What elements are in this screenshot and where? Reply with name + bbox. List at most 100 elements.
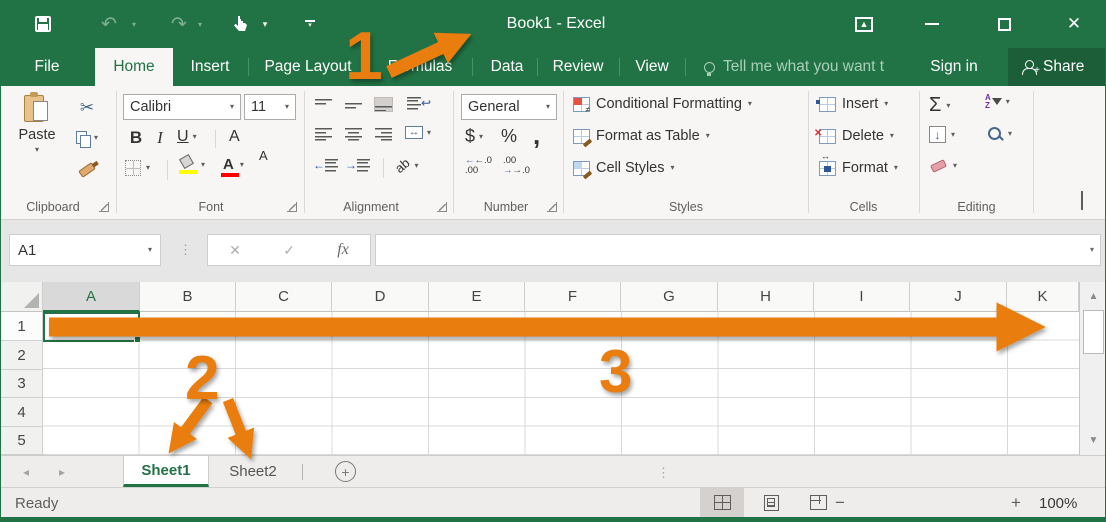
delete-cells-button[interactable]: Delete▾ — [819, 128, 894, 144]
active-cell-a1[interactable] — [43, 312, 140, 342]
align-center-button[interactable] — [345, 128, 362, 141]
format-cells-button[interactable]: Format▾ — [819, 160, 898, 176]
expand-formula-bar-button[interactable]: ▾ — [1090, 246, 1094, 254]
middle-align-button[interactable] — [345, 98, 362, 111]
orientation-button[interactable]: ab▾ — [395, 158, 418, 173]
vertical-scrollbar-thumb[interactable] — [1083, 310, 1104, 354]
column-header-b[interactable]: B — [140, 282, 236, 312]
align-left-button[interactable] — [315, 128, 332, 141]
fill-color-button[interactable]: ▾ — [179, 156, 205, 174]
increase-decimal-button[interactable]: ←←.0 .00 — [465, 156, 492, 176]
tab-formulas[interactable]: Formulas — [377, 48, 463, 86]
row-header-4[interactable]: 4 — [1, 398, 43, 427]
align-right-button[interactable] — [375, 128, 392, 141]
tab-insert[interactable]: Insert — [179, 48, 241, 86]
ribbon-display-options-button[interactable]: ▲ — [841, 0, 887, 48]
collapse-ribbon-button[interactable] — [1081, 193, 1083, 211]
tab-review[interactable]: Review — [546, 48, 610, 86]
comma-style-button[interactable]: , — [533, 120, 540, 151]
underline-button[interactable]: U▾ — [177, 128, 197, 146]
font-size-select[interactable]: 11▾ — [244, 94, 296, 120]
vertical-scrollbar[interactable]: ▲ ▼ — [1079, 282, 1106, 455]
font-family-select[interactable]: Calibri▾ — [123, 94, 241, 120]
redo-dropdown[interactable]: ▾ — [193, 0, 207, 48]
share-button[interactable]: + Share — [1008, 48, 1105, 86]
autosum-button[interactable]: Σ ▾ — [929, 94, 950, 117]
column-header-j[interactable]: J — [910, 282, 1007, 312]
bottom-align-button[interactable] — [375, 98, 392, 111]
zoom-in-button[interactable]: + — [1011, 488, 1021, 518]
fill-button[interactable]: ↓ ▾ — [929, 126, 955, 143]
format-as-table-button[interactable]: Format as Table▾ — [573, 128, 710, 144]
clear-button[interactable]: ▾ — [931, 162, 957, 170]
decrease-font-size-button[interactable]: A▼ — [259, 148, 1106, 163]
wrap-text-button[interactable]: ↩ — [407, 96, 431, 110]
insert-cells-button[interactable]: Insert▾ — [819, 96, 888, 112]
touch-mouse-mode-button[interactable] — [227, 0, 253, 48]
row-header-3[interactable]: 3 — [1, 370, 43, 398]
column-header-g[interactable]: G — [621, 282, 718, 312]
conditional-formatting-button[interactable]: Conditional Formatting▾ — [573, 96, 752, 112]
next-sheet-button[interactable]: ▸ — [59, 456, 65, 488]
column-header-k[interactable]: K — [1007, 282, 1079, 312]
tab-data[interactable]: Data — [483, 48, 531, 86]
close-button[interactable]: ✕ — [1051, 0, 1097, 48]
sheet-tab-sheet2[interactable]: Sheet2 — [210, 456, 296, 487]
sheet-tab-sheet1[interactable]: Sheet1 — [123, 456, 209, 487]
zoom-out-button[interactable]: − — [835, 488, 845, 518]
undo-button[interactable]: ↶ — [93, 0, 125, 48]
new-sheet-button[interactable]: + — [335, 461, 356, 482]
row-header-1[interactable]: 1 — [1, 312, 43, 341]
name-box[interactable]: A1 ▾ — [9, 234, 161, 266]
column-header-h[interactable]: H — [718, 282, 814, 312]
top-align-button[interactable] — [315, 98, 332, 111]
alignment-dialog-launcher[interactable] — [437, 202, 447, 212]
column-header-a[interactable]: A — [43, 282, 140, 312]
page-break-view-button[interactable] — [796, 488, 840, 517]
paste-button[interactable]: Paste ▾ — [11, 94, 63, 190]
insert-function-button[interactable]: fx — [337, 241, 349, 259]
scroll-down-button[interactable]: ▼ — [1082, 428, 1105, 452]
save-button[interactable] — [27, 0, 59, 48]
sort-filter-button[interactable]: AZ ▾ — [985, 94, 1010, 110]
normal-view-button[interactable] — [700, 488, 744, 517]
previous-sheet-button[interactable]: ◂ — [23, 456, 29, 488]
redo-button[interactable]: ↷ — [163, 0, 195, 48]
decrease-decimal-button[interactable]: .00 →→.0 — [503, 156, 530, 176]
touch-mode-dropdown[interactable]: ▾ — [257, 0, 273, 48]
tab-home[interactable]: Home — [95, 48, 173, 86]
bold-button[interactable]: B — [127, 128, 145, 148]
font-color-button[interactable]: A▾ — [223, 158, 244, 172]
row-header-5[interactable]: 5 — [1, 427, 43, 455]
column-header-f[interactable]: F — [525, 282, 621, 312]
tab-view[interactable]: View — [627, 48, 677, 86]
percent-style-button[interactable]: % — [501, 126, 517, 147]
find-select-button[interactable]: ▾ — [987, 126, 1012, 142]
merge-center-button[interactable]: ↔▾ — [405, 126, 431, 139]
accounting-format-button[interactable]: $▾ — [465, 126, 483, 147]
number-format-select[interactable]: General▾ — [461, 94, 557, 120]
decrease-indent-button[interactable]: ← — [313, 158, 338, 172]
fill-handle[interactable] — [134, 336, 141, 343]
italic-button[interactable]: I — [153, 128, 167, 148]
column-header-i[interactable]: I — [814, 282, 910, 312]
tab-bar-resize-handle[interactable]: ⋮ — [657, 465, 669, 481]
tab-file[interactable]: File — [19, 48, 75, 86]
undo-dropdown[interactable]: ▾ — [127, 0, 141, 48]
qat-customize-button[interactable]: ▾ — [299, 0, 321, 48]
copy-button[interactable]: ▾ — [65, 126, 109, 150]
zoom-level[interactable]: 100% — [1039, 488, 1077, 518]
formula-input[interactable]: ▾ — [375, 234, 1101, 266]
formula-bar-resize-handle[interactable]: ⋮ — [179, 242, 191, 258]
enter-check-icon[interactable]: ✓ — [283, 242, 295, 259]
sign-in-button[interactable]: Sign in — [919, 48, 989, 86]
scroll-up-button[interactable]: ▲ — [1082, 284, 1105, 308]
borders-button[interactable]: ▾ — [125, 160, 150, 176]
maximize-button[interactable] — [981, 0, 1027, 48]
font-dialog-launcher[interactable] — [287, 202, 297, 212]
page-layout-view-button[interactable] — [749, 488, 793, 517]
cancel-icon[interactable]: ✕ — [229, 242, 241, 259]
increase-indent-button[interactable]: → — [345, 158, 370, 172]
cut-button[interactable]: ✂ — [67, 96, 107, 120]
column-header-d[interactable]: D — [332, 282, 429, 312]
